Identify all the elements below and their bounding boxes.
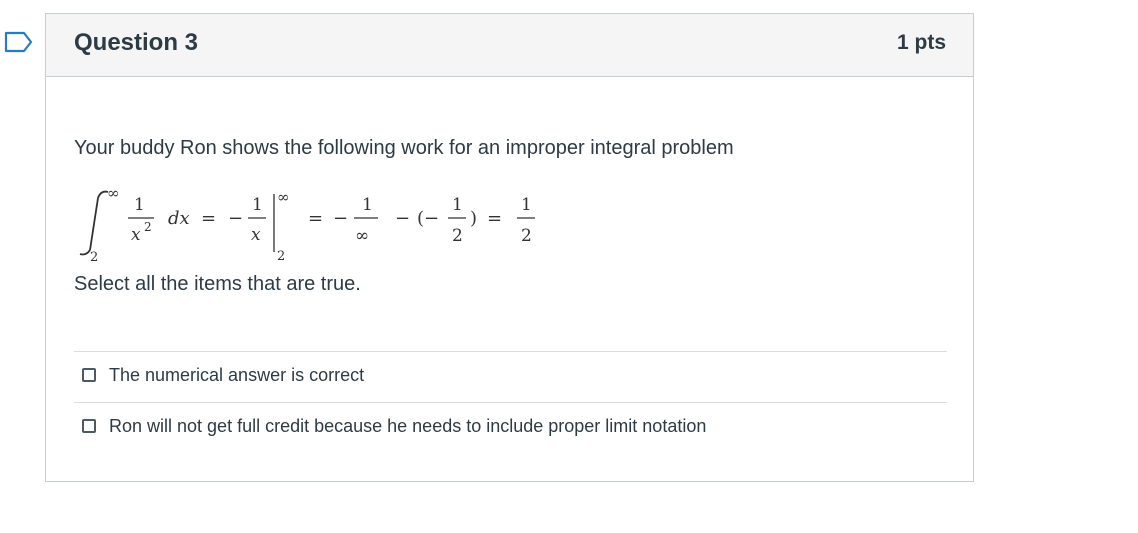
question-points: 1 pts (896, 31, 946, 54)
answer-label[interactable]: Ron will not get full credit because he … (109, 416, 706, 437)
equals-2: = (308, 208, 323, 229)
equals-1: = (201, 208, 216, 229)
paren-open: (− (417, 208, 439, 229)
question-card: Question 3 1 pts Your buddy Ron shows th… (45, 13, 974, 482)
flag-question-icon[interactable] (4, 31, 34, 53)
paren-close: ) (470, 208, 477, 229)
term2-numerator: 1 (452, 195, 463, 215)
antiderivative-denominator: x (251, 225, 261, 245)
answer-option[interactable]: Ron will not get full credit because he … (74, 402, 947, 453)
question-prompt: Your buddy Ron shows the following work … (74, 137, 734, 159)
result-numerator: 1 (521, 195, 532, 215)
answer-label[interactable]: The numerical answer is correct (109, 365, 364, 386)
integral-sign (79, 190, 109, 256)
lower-limit: 2 (90, 250, 98, 265)
differential: dx (168, 208, 190, 229)
question-instruction: Select all the items that are true. (74, 273, 361, 295)
term1-denominator: ∞ (355, 226, 369, 246)
integrand-numerator: 1 (134, 195, 145, 215)
answer-checkbox[interactable] (82, 419, 96, 433)
equals-3: = (487, 208, 502, 229)
integrand-exponent: 2 (144, 220, 152, 234)
question-header: Question 3 1 pts (46, 14, 973, 77)
upper-limit: ∞ (107, 184, 120, 202)
minus-1: − (228, 208, 243, 229)
antiderivative-numerator: 1 (252, 195, 263, 215)
answer-list: The numerical answer is correct Ron will… (74, 351, 947, 453)
math-expression: ∞ 2 1 x 2 dx = − 1 x ∞ 2 = − 1 ∞ − (− 1 … (79, 184, 535, 265)
term2-denominator: 2 (452, 226, 463, 246)
question-title: Question 3 (74, 29, 199, 56)
eval-upper: ∞ (277, 188, 290, 206)
answer-option[interactable]: The numerical answer is correct (74, 351, 947, 402)
answer-checkbox[interactable] (82, 368, 96, 382)
eval-lower: 2 (277, 249, 285, 264)
minus-2: − (333, 208, 348, 229)
result-denominator: 2 (521, 226, 532, 246)
integrand-denominator: x (131, 225, 141, 245)
minus-3: − (395, 208, 410, 229)
term1-numerator: 1 (362, 195, 373, 215)
